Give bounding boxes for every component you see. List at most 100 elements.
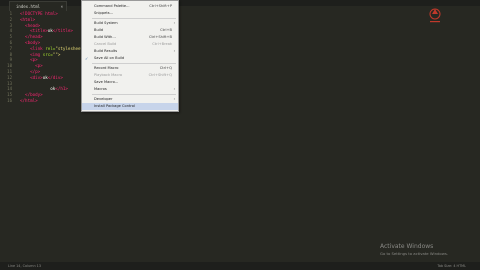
checkmark-icon: ✓ xyxy=(85,56,89,61)
menu-item-label: Save All on Build xyxy=(94,56,125,60)
status-bar: Line 14, Column 13 Tab Size: 4 HTML xyxy=(0,262,480,270)
code-token: <body> xyxy=(20,40,41,45)
menu-separator xyxy=(92,94,176,95)
code-token: <title> xyxy=(20,28,48,34)
code-token: </title> xyxy=(52,28,73,34)
menu-item-label: Cancel Build xyxy=(94,42,117,46)
submenu-arrow-icon: › xyxy=(173,97,175,101)
line-number: 15 xyxy=(7,92,12,98)
menu-item-label: Build xyxy=(94,28,104,32)
tab-index-html[interactable]: index.html × xyxy=(9,1,67,11)
menu-item-label: Build Results xyxy=(94,49,118,53)
menu-item-build-system[interactable]: Build System › xyxy=(82,20,178,27)
activate-windows-watermark: Activate Windows Go to Settings to activ… xyxy=(380,243,448,256)
line-number: 7 xyxy=(9,45,12,51)
menu-item-save-all-on-build[interactable]: ✓ Save All on Build xyxy=(82,55,178,62)
code-token: <html> xyxy=(20,16,36,22)
line-number: 10 xyxy=(7,63,12,69)
code-token: <div> xyxy=(20,74,43,80)
line-number-gutter: 1 2 3 4 5 6 7 8 9 10 11 12 13 14 15 16 xyxy=(0,11,14,105)
submenu-arrow-icon: › xyxy=(173,49,175,53)
menu-item-playback-macro: Playback Macro Ctrl+Shift+Q xyxy=(82,72,178,79)
line-number: 1 xyxy=(9,11,12,16)
tab-close-icon[interactable]: × xyxy=(61,2,63,12)
menu-item-shortcut: Ctrl+Break xyxy=(152,42,172,46)
watermark-title: Activate Windows xyxy=(380,243,434,250)
code-token: <!DOCTYPE html> xyxy=(20,11,58,16)
menu-item-build[interactable]: Build Ctrl+B xyxy=(82,27,178,34)
code-line: <div>ok</div> xyxy=(20,75,63,80)
code-token: </h1> xyxy=(55,86,68,92)
submenu-arrow-icon: › xyxy=(173,21,175,25)
line-number: 9 xyxy=(9,57,12,63)
code-token: </p> xyxy=(20,69,41,74)
menu-item-build-with[interactable]: Build With... Ctrl+Shift+B xyxy=(82,34,178,41)
code-token: </div> xyxy=(47,74,63,80)
status-syntax[interactable]: Tab Size: 4 HTML xyxy=(437,262,466,270)
menu-item-save-macro[interactable]: Save Macro... xyxy=(82,79,178,86)
code-line: <body> xyxy=(20,40,40,45)
menu-item-record-macro[interactable]: Record Macro Ctrl+Q xyxy=(82,65,178,72)
code-line: <p> xyxy=(20,63,43,68)
code-line: <img src=""> xyxy=(20,52,60,57)
code-token: </html> xyxy=(20,98,38,103)
menu-item-label: Snippets... xyxy=(94,11,114,15)
tab-bar xyxy=(0,0,480,6)
menu-item-label: Build With... xyxy=(94,35,116,39)
watermark-subtitle: Go to Settings to activate Windows. xyxy=(380,251,449,256)
menu-item-label: Playback Macro xyxy=(94,73,123,77)
channel-logo-icon xyxy=(429,8,441,23)
menu-item-developer[interactable]: Developer › xyxy=(82,96,178,103)
code-line: <link rel="stylesheet" xyxy=(20,46,86,51)
line-number: 4 xyxy=(9,28,12,34)
menu-item-label: Save Macro... xyxy=(94,80,119,84)
menu-item-label: Record Macro xyxy=(94,66,119,70)
code-token: <link xyxy=(20,45,46,51)
line-number: 2 xyxy=(9,16,12,22)
code-token: ok xyxy=(20,86,56,92)
line-number: 5 xyxy=(9,34,12,40)
tab-label: index.html xyxy=(16,4,41,9)
menu-item-command-palette[interactable]: Command Palette... Ctrl+Shift+P xyxy=(82,3,178,10)
code-token: ""> xyxy=(52,51,61,57)
code-token: rel= xyxy=(45,45,56,51)
menu-item-shortcut: Ctrl+Q xyxy=(159,66,172,70)
line-number: 11 xyxy=(7,69,12,74)
menu-item-label: Macros xyxy=(94,87,107,91)
code-line: <html> xyxy=(20,17,35,22)
menu-item-shortcut: Ctrl+Shift+P xyxy=(149,4,172,8)
menu-item-cancel-build: Cancel Build Ctrl+Break xyxy=(82,41,178,48)
code-line: </head> xyxy=(20,34,43,39)
menu-item-build-results[interactable]: Build Results › xyxy=(82,48,178,55)
code-token: src= xyxy=(42,51,53,57)
code-token: </body> xyxy=(20,92,43,98)
line-number: 3 xyxy=(9,22,12,28)
menu-item-label: Build System xyxy=(94,21,118,25)
menu-item-shortcut: Ctrl+Shift+B xyxy=(148,35,172,39)
tools-menu: Command Palette... Ctrl+Shift+P Snippets..… xyxy=(81,0,179,112)
line-number: 8 xyxy=(9,51,12,57)
code-line: </body> xyxy=(20,92,43,97)
menu-item-shortcut: Ctrl+Shift+Q xyxy=(148,73,172,77)
code-line: <!DOCTYPE html> xyxy=(20,11,58,16)
menu-item-label: Developer xyxy=(94,97,113,101)
line-number: 6 xyxy=(9,40,12,45)
menu-item-snippets[interactable]: Snippets... xyxy=(82,10,178,17)
code-line: <head> xyxy=(20,23,40,28)
line-number: 16 xyxy=(7,98,12,103)
code-line: </p> xyxy=(20,69,40,74)
code-line: <p> xyxy=(20,57,38,62)
code-line: ok</h1> xyxy=(20,86,68,91)
status-position: Line 14, Column 13 xyxy=(8,264,41,268)
code-token: <p> xyxy=(20,63,43,69)
menu-item-shortcut: Ctrl+B xyxy=(160,28,172,32)
line-number: 12 xyxy=(7,74,12,80)
code-line: </html> xyxy=(20,98,38,103)
menu-item-macros[interactable]: Macros › xyxy=(82,86,178,93)
code-token: <p> xyxy=(20,57,38,63)
menu-separator xyxy=(92,18,176,19)
code-token: </head> xyxy=(20,34,43,40)
menu-item-label: Install Package Control xyxy=(94,104,135,108)
menu-item-install-package-control[interactable]: Install Package Control xyxy=(82,103,178,110)
code-token: <head> xyxy=(20,22,41,28)
